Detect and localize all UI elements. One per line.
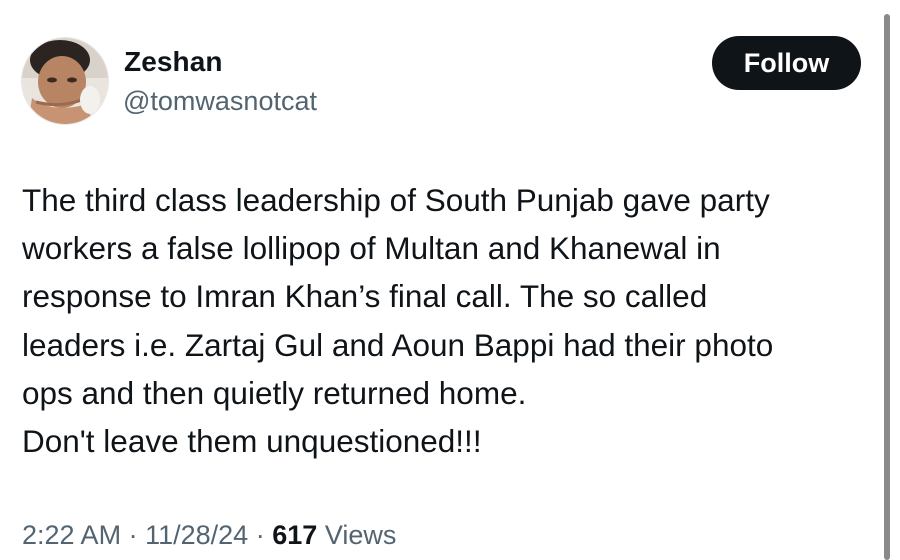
scrollbar[interactable] (884, 14, 890, 560)
meta-separator: · (255, 520, 265, 550)
tweet-text-line: leaders i.e. Zartaj Gul and Aoun Bappi h… (22, 326, 774, 363)
tweet-text-line: ops and then quietly returned home. (22, 374, 527, 411)
views-count[interactable]: 617 (272, 520, 317, 550)
tweet-meta: 2:22 AM · 11/28/24 · 617 Views (22, 520, 396, 551)
tweet-text: The third class leadership of South Punj… (22, 176, 872, 465)
post-time[interactable]: 2:22 AM (22, 520, 121, 550)
avatar-image (22, 38, 108, 124)
user-handle[interactable]: @tomwasnotcat (123, 86, 317, 117)
views-label: Views (324, 520, 397, 550)
follow-button[interactable]: Follow (712, 36, 861, 90)
avatar[interactable] (22, 38, 108, 124)
tweet-text-line: The third class leadership of South Punj… (22, 182, 770, 218)
tweet-text-line: response to Imran Khan’s final call. The… (22, 278, 708, 315)
post-date[interactable]: 11/28/24 (145, 520, 248, 550)
tweet-text-line: Don't leave them unquestioned!!! (22, 423, 482, 460)
tweet-view: Zeshan @tomwasnotcat Follow The third cl… (0, 0, 900, 560)
display-name[interactable]: Zeshan (124, 46, 223, 78)
tweet-text-line: workers a false lollipop of Multan and K… (22, 230, 721, 267)
meta-separator: · (128, 520, 138, 550)
